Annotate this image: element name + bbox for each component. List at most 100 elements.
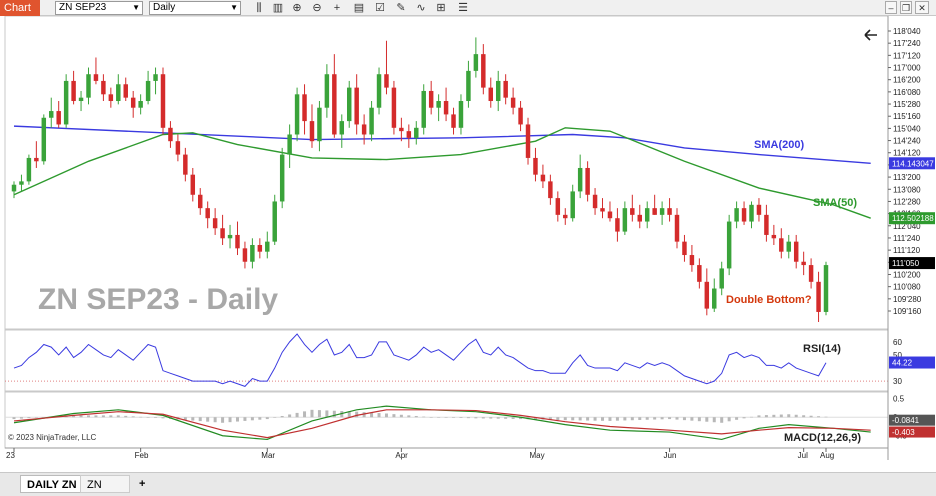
candle-body bbox=[436, 101, 441, 108]
macd-histogram-bar bbox=[288, 414, 292, 418]
bars-icon[interactable]: ⫼ bbox=[252, 1, 266, 15]
macd-histogram-bar bbox=[750, 416, 754, 418]
price-tick-label: 114'240 bbox=[893, 137, 921, 146]
candle-body bbox=[659, 208, 665, 215]
tab-daily-zn[interactable]: DAILY ZN bbox=[20, 475, 84, 493]
macd-histogram-bar bbox=[712, 417, 716, 423]
close-icon[interactable]: ✕ bbox=[915, 1, 929, 14]
rsi-tick-label: 30 bbox=[893, 377, 902, 386]
candle-body bbox=[563, 214, 568, 219]
price-tick-label: 109'160 bbox=[893, 307, 922, 316]
candle-body bbox=[175, 141, 181, 155]
candle-body bbox=[823, 265, 829, 312]
rsi-tick-label: 60 bbox=[893, 338, 902, 347]
candle-body bbox=[250, 244, 255, 262]
candle-body bbox=[63, 80, 69, 125]
candle-body bbox=[674, 214, 680, 242]
macd-histogram-bar bbox=[824, 416, 828, 418]
candle-body bbox=[793, 241, 799, 262]
macd-histogram-bar bbox=[444, 417, 448, 418]
interval-selector[interactable]: Daily ▼ bbox=[149, 1, 241, 15]
candle-body bbox=[801, 261, 806, 266]
strategies-list-icon[interactable]: ⊞ bbox=[434, 1, 448, 15]
tab-zn[interactable]: ZN bbox=[80, 475, 130, 493]
candle-body bbox=[525, 124, 531, 158]
macd-histogram-bar bbox=[12, 417, 16, 420]
macd-histogram-bar bbox=[593, 417, 597, 421]
candle-body bbox=[697, 265, 702, 282]
candle-body bbox=[428, 90, 434, 108]
properties-icon[interactable]: ☰ bbox=[456, 1, 470, 15]
macd-histogram-bar bbox=[794, 414, 798, 418]
candle-body bbox=[391, 87, 397, 128]
candle-body bbox=[503, 80, 508, 98]
chart-watermark: ZN SEP23 - Daily bbox=[38, 283, 278, 316]
macd-histogram-bar bbox=[452, 417, 456, 418]
macd-histogram-bar bbox=[779, 414, 783, 418]
indicators-icon[interactable]: ∿ bbox=[414, 1, 428, 15]
candle-body bbox=[518, 107, 523, 125]
candle-body bbox=[779, 238, 784, 252]
strategies-icon[interactable]: ☑ bbox=[373, 1, 387, 15]
macd-histogram-bar bbox=[295, 412, 299, 418]
macd-histogram-bar bbox=[630, 417, 634, 421]
macd-histogram-bar bbox=[235, 417, 239, 422]
double-bottom-annotation: Double Bottom? bbox=[726, 294, 812, 306]
sma50-line bbox=[13, 127, 871, 219]
draw-tools-icon[interactable]: ✎ bbox=[394, 1, 408, 15]
instrument-value: ZN SEP23 bbox=[59, 2, 107, 13]
macd-histogram-bar bbox=[265, 417, 269, 420]
crosshair-icon[interactable]: + bbox=[330, 1, 344, 15]
candle-body bbox=[354, 87, 359, 125]
restore-icon[interactable]: ❐ bbox=[900, 1, 912, 14]
candle-body bbox=[466, 70, 471, 102]
candle-body bbox=[473, 54, 479, 71]
bar-chart-icon[interactable]: ▥ bbox=[271, 1, 285, 15]
zoom-out-icon[interactable]: ⊖ bbox=[310, 1, 324, 15]
candle-body bbox=[294, 94, 300, 135]
macd-histogram-bar bbox=[668, 417, 672, 420]
macd-histogram-bar bbox=[198, 417, 202, 422]
price-tick-label: 117'240 bbox=[893, 39, 921, 48]
macd-histogram-bar bbox=[206, 417, 210, 422]
candle-body bbox=[56, 111, 61, 125]
macd-value-label: -0.0841 bbox=[892, 416, 920, 425]
data-box-icon[interactable]: ▤ bbox=[352, 1, 366, 15]
zoom-in-icon[interactable]: ⊕ bbox=[290, 1, 304, 15]
chart-pane-2 bbox=[4, 391, 889, 449]
candle-body bbox=[749, 204, 754, 222]
chart-menu-button[interactable]: Chart bbox=[0, 0, 40, 16]
candle-body bbox=[324, 74, 330, 108]
candle-body bbox=[682, 241, 687, 256]
back-arrow-icon[interactable] bbox=[864, 29, 877, 41]
price-marker-label: 111'050 bbox=[892, 259, 920, 268]
candle-body bbox=[414, 127, 419, 138]
macd-histogram-bar bbox=[615, 417, 619, 421]
macd-histogram-bar bbox=[720, 417, 724, 423]
candle-body bbox=[302, 94, 307, 122]
minimize-icon[interactable]: – bbox=[885, 1, 897, 14]
add-tab-button[interactable]: + bbox=[133, 475, 151, 493]
candle-body bbox=[481, 54, 486, 88]
price-marker-label: 114.143047 bbox=[892, 159, 934, 168]
candle-body bbox=[510, 97, 516, 108]
time-tick-label: Mar bbox=[261, 451, 275, 460]
price-tick-label: 113'080 bbox=[893, 185, 921, 194]
chart-area[interactable]: ZN SEP23 - Daily 118'040 117'240 117'120 11… bbox=[0, 16, 936, 472]
macd-histogram-bar bbox=[675, 417, 679, 420]
macd-histogram-bar bbox=[697, 417, 701, 422]
candle-body bbox=[287, 134, 292, 155]
candle-body bbox=[577, 167, 583, 192]
copyright-notice: © 2023 NinjaTrader, LLC bbox=[8, 433, 97, 442]
interval-value: Daily bbox=[153, 2, 176, 13]
macd-histogram-bar bbox=[250, 417, 254, 421]
time-tick-label: Jul bbox=[798, 451, 808, 460]
price-tick-label: 113'200 bbox=[893, 173, 921, 182]
macd-histogram-bar bbox=[660, 417, 664, 420]
candle-body bbox=[49, 111, 54, 118]
macd-histogram-bar bbox=[86, 415, 90, 418]
instrument-selector[interactable]: ZN SEP23 ▼ bbox=[55, 1, 143, 15]
macd-histogram-bar bbox=[399, 414, 403, 418]
macd-histogram-bar bbox=[735, 417, 739, 420]
candle-body bbox=[816, 281, 821, 312]
